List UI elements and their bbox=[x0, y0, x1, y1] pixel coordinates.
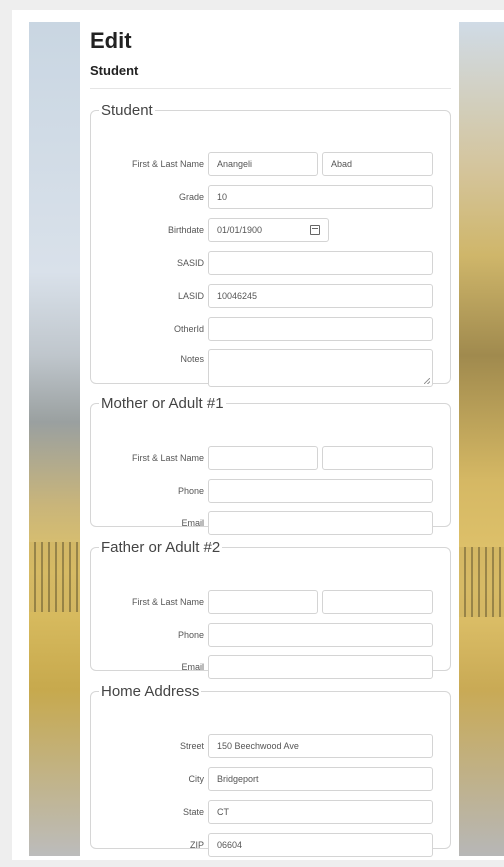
state-label: State bbox=[182, 807, 204, 817]
mother-email-input[interactable] bbox=[208, 511, 433, 535]
father-email-input[interactable] bbox=[208, 655, 433, 679]
lasid-label: LASID bbox=[177, 291, 204, 301]
state-input[interactable]: CT bbox=[208, 800, 433, 824]
grade-row: Grade 10 bbox=[91, 185, 450, 209]
sasid-input[interactable] bbox=[208, 251, 433, 275]
father-phone-input[interactable] bbox=[208, 623, 433, 647]
header-divider bbox=[90, 88, 451, 89]
father-first-name-input[interactable] bbox=[208, 590, 318, 614]
father-name-row: First & Last Name bbox=[91, 590, 450, 614]
father-last-name-input[interactable] bbox=[322, 590, 433, 614]
edit-student-form: Edit Student Student First & Last Name A… bbox=[80, 22, 459, 857]
student-name-row: First & Last Name Anangeli Abad bbox=[91, 152, 450, 176]
student-first-name-input[interactable]: Anangeli bbox=[208, 152, 318, 176]
otherid-input[interactable] bbox=[208, 317, 433, 341]
birthdate-value: 01/01/1900 bbox=[217, 225, 263, 235]
otherid-label: OtherId bbox=[173, 324, 204, 334]
sasid-label: SASID bbox=[176, 258, 204, 268]
background-image-left bbox=[29, 22, 81, 856]
street-label: Street bbox=[179, 741, 204, 751]
address-fieldset: Home Address Street 150 Beechwood Ave Ci… bbox=[90, 683, 451, 857]
mother-last-name-input[interactable] bbox=[322, 446, 433, 470]
mother-name-label: First & Last Name bbox=[131, 453, 204, 463]
address-legend: Home Address bbox=[101, 683, 200, 700]
street-row: Street 150 Beechwood Ave bbox=[91, 734, 450, 758]
father-email-row: Email bbox=[91, 655, 450, 679]
birthdate-row: Birthdate 01/01/1900 bbox=[91, 218, 450, 242]
student-name-label: First & Last Name bbox=[131, 159, 204, 169]
student-last-name-input[interactable]: Abad bbox=[322, 152, 433, 176]
mother-phone-row: Phone bbox=[91, 479, 450, 503]
state-row: State CT bbox=[91, 800, 450, 824]
city-label: City bbox=[188, 774, 205, 784]
notes-label: Notes bbox=[180, 354, 204, 364]
notes-textarea[interactable] bbox=[208, 349, 433, 387]
mother-legend: Mother or Adult #1 bbox=[101, 395, 224, 412]
page-subtitle: Student bbox=[90, 63, 139, 78]
zip-input[interactable]: 06604 bbox=[208, 833, 433, 857]
mother-email-row: Email bbox=[91, 511, 450, 535]
mother-fieldset: Mother or Adult #1 First & Last Name Pho… bbox=[90, 395, 451, 535]
mother-email-label: Email bbox=[181, 518, 204, 528]
student-legend: Student bbox=[101, 102, 153, 119]
father-legend: Father or Adult #2 bbox=[101, 539, 221, 556]
page-title: Edit bbox=[90, 28, 132, 53]
mother-name-row: First & Last Name bbox=[91, 446, 450, 470]
father-name-label: First & Last Name bbox=[131, 597, 204, 607]
birthdate-input[interactable]: 01/01/1900 bbox=[208, 218, 329, 242]
street-input[interactable]: 150 Beechwood Ave bbox=[208, 734, 433, 758]
notes-row: Notes bbox=[91, 349, 450, 387]
grade-label: Grade bbox=[178, 192, 204, 202]
city-input[interactable]: Bridgeport bbox=[208, 767, 433, 791]
resize-grip-icon[interactable] bbox=[424, 378, 430, 384]
mother-phone-input[interactable] bbox=[208, 479, 433, 503]
sasid-row: SASID bbox=[91, 251, 450, 275]
father-fieldset: Father or Adult #2 First & Last Name Pho… bbox=[90, 539, 451, 679]
mother-first-name-input[interactable] bbox=[208, 446, 318, 470]
zip-label: ZIP bbox=[189, 840, 204, 850]
birthdate-label: Birthdate bbox=[167, 225, 204, 235]
father-phone-row: Phone bbox=[91, 623, 450, 647]
lasid-input[interactable]: 10046245 bbox=[208, 284, 433, 308]
lasid-row: LASID 10046245 bbox=[91, 284, 450, 308]
background-image-right bbox=[459, 22, 504, 856]
father-phone-label: Phone bbox=[177, 630, 204, 640]
zip-row: ZIP 06604 bbox=[91, 833, 450, 857]
grade-input[interactable]: 10 bbox=[208, 185, 433, 209]
city-row: City Bridgeport bbox=[91, 767, 450, 791]
calendar-icon[interactable] bbox=[310, 225, 320, 235]
father-email-label: Email bbox=[181, 662, 204, 672]
otherid-row: OtherId bbox=[91, 317, 450, 341]
student-fieldset: Student First & Last Name Anangeli Abad … bbox=[90, 102, 451, 387]
mother-phone-label: Phone bbox=[177, 486, 204, 496]
